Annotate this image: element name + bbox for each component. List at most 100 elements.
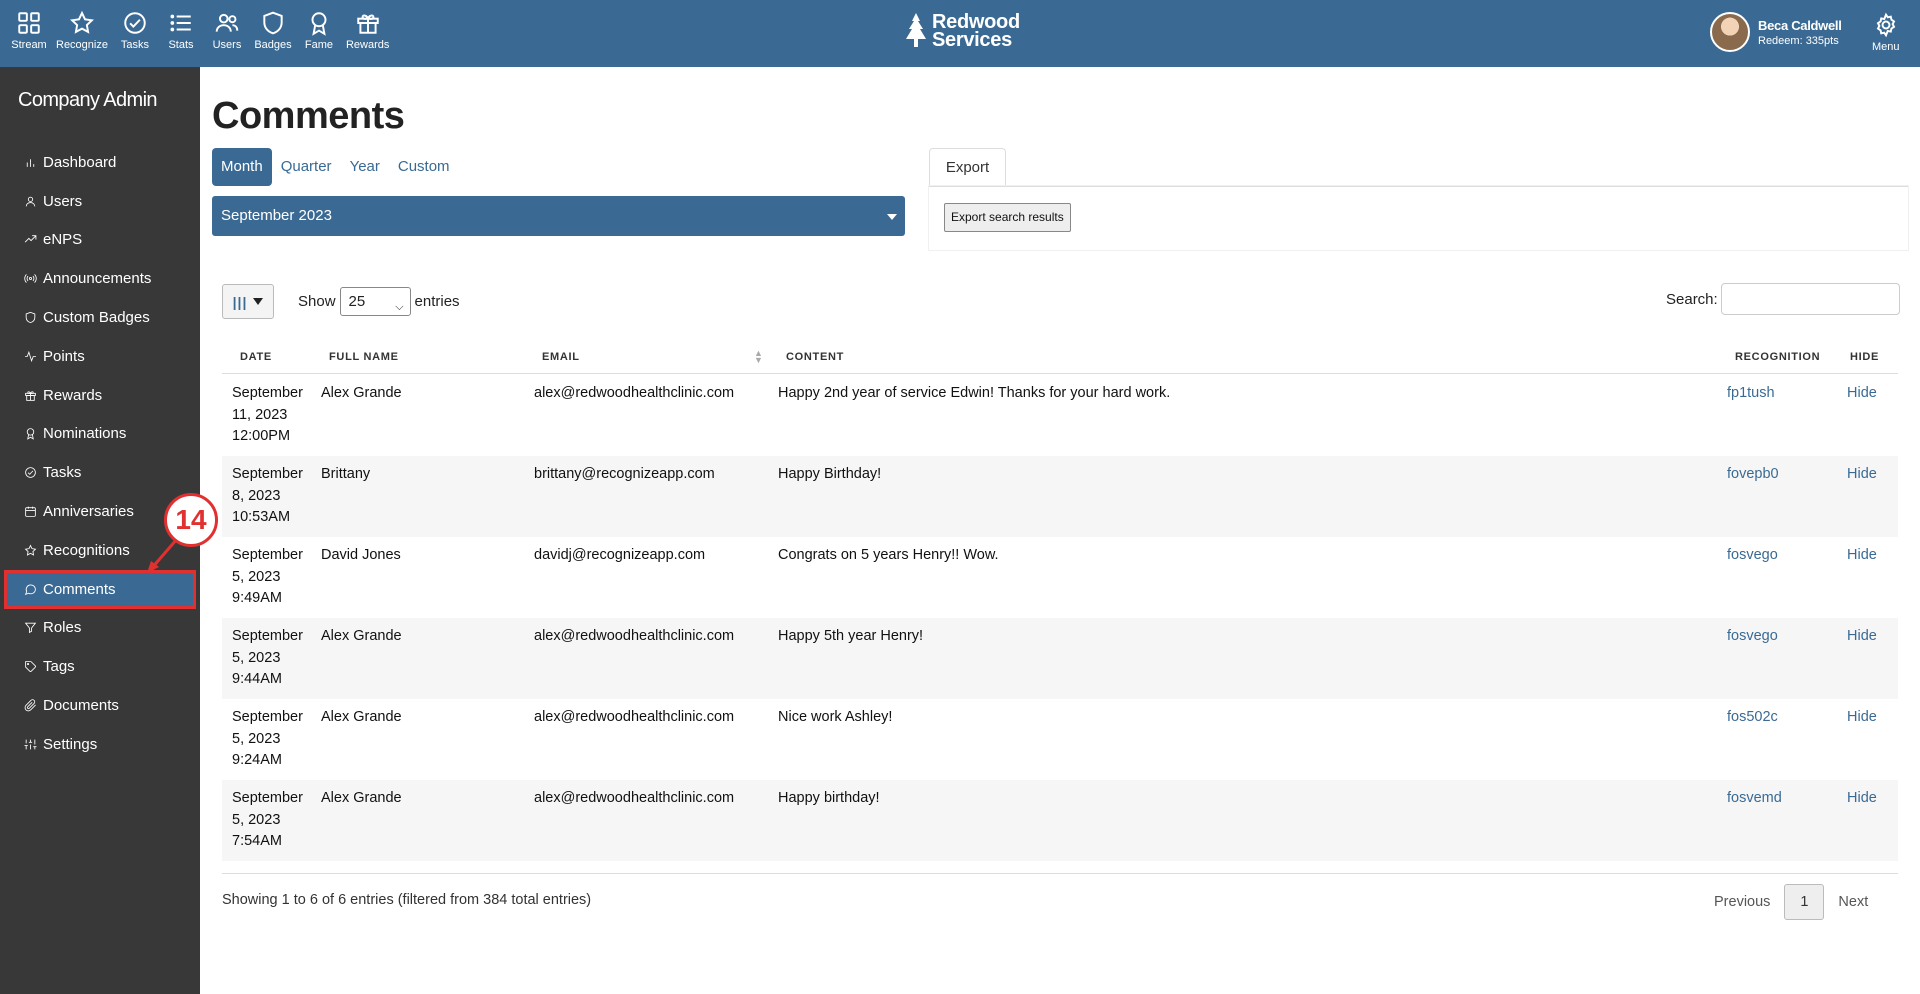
date-line: 10:53AM	[232, 509, 291, 525]
user-profile[interactable]: Beca Caldwell Redeem: 335pts	[1710, 12, 1842, 52]
tab-year[interactable]: Year	[341, 148, 389, 186]
search: Search:	[1666, 283, 1900, 315]
sidebar-item-roles[interactable]: Roles	[0, 609, 200, 648]
recognition-link[interactable]: fosvemd	[1727, 788, 1782, 810]
nav-item-badges[interactable]: Badges	[254, 10, 292, 51]
search-input[interactable]	[1720, 283, 1900, 315]
nav-item-users[interactable]: Users	[208, 10, 246, 51]
avatar[interactable]	[1710, 12, 1750, 52]
recognition-link[interactable]: fp1tush	[1727, 383, 1775, 405]
sidebar-item-dashboard[interactable]: Dashboard	[0, 143, 200, 182]
period-select[interactable]: September 2023	[212, 196, 905, 236]
column-header-recognition[interactable]: RECOGNITION	[1735, 351, 1820, 363]
table-row: September 5, 2023 9:49AM David Jones davidj@…	[222, 537, 1898, 618]
sidebar-item-enps[interactable]: eNPS	[0, 221, 200, 260]
sidebar-item-custom-badges[interactable]: Custom Badges	[0, 298, 200, 337]
entries-label: entries	[414, 292, 460, 310]
hide-link[interactable]: Hide	[1847, 707, 1877, 729]
full-name-cell: Alex Grande	[321, 385, 402, 401]
sidebar-item-label: Roles	[43, 619, 82, 637]
column-visibility-button[interactable]: |||	[222, 284, 274, 319]
sort-icon[interactable]: ▲ ▼	[754, 349, 763, 365]
sidebar-item-tags[interactable]: Tags	[0, 647, 200, 686]
date-line: 5, 2023	[232, 730, 281, 747]
hide-link[interactable]: Hide	[1847, 464, 1877, 486]
bar-chart-icon	[26, 159, 35, 167]
recognition-link[interactable]: fovepb0	[1727, 464, 1779, 486]
brand-logo[interactable]: Redwood Services	[904, 12, 1020, 50]
nav-item-label: Fame	[304, 39, 334, 51]
hide-link[interactable]: Hide	[1847, 383, 1877, 405]
sidebar-item-label: Rewards	[43, 386, 103, 404]
page-1-button[interactable]: 1	[1784, 884, 1825, 920]
nav-item-fame[interactable]: Fame	[300, 10, 338, 51]
sidebar-item-label: Documents	[43, 697, 119, 715]
user-name: Beca Caldwell	[1758, 17, 1842, 33]
award-icon	[26, 428, 35, 441]
pagination: Previous 1 Next	[1714, 884, 1868, 920]
date-line: September	[232, 709, 303, 725]
sidebar-item-nominations[interactable]: Nominations	[0, 415, 200, 454]
page-title: Comments	[212, 95, 405, 137]
sidebar-item-label: Points	[43, 347, 85, 365]
previous-page-button[interactable]: Previous	[1714, 894, 1770, 910]
content-cell: Happy 5th year Henry!	[778, 628, 924, 644]
tab-custom[interactable]: Custom	[389, 148, 459, 186]
tab-quarter[interactable]: Quarter	[272, 148, 341, 186]
email-cell: alex@redwoodhealthclinic.com	[534, 628, 735, 644]
sidebar-item-points[interactable]: Points	[0, 337, 200, 376]
column-header-hide[interactable]: HIDE	[1850, 351, 1879, 363]
entries-select[interactable]: 25 ⌵	[339, 286, 411, 316]
full-name-cell: Alex Grande	[321, 709, 402, 725]
period-tabs: Month Quarter Year Custom	[212, 148, 459, 186]
column-header-email[interactable]: EMAIL	[542, 351, 580, 363]
nav-item-tasks[interactable]: Tasks	[116, 10, 154, 51]
sidebar-item-label: Tasks	[43, 464, 82, 482]
tab-export[interactable]: Export	[929, 148, 1006, 187]
column-header-date[interactable]: DATE	[240, 351, 272, 363]
comments-table: DATE FULL NAME EMAIL CONTENT RECOGNITION HIDE…	[222, 338, 1898, 874]
sidebar-item-label: Users	[43, 192, 83, 210]
hide-link[interactable]: Hide	[1847, 545, 1877, 567]
nav-item-stats[interactable]: Stats	[162, 10, 200, 51]
tab-month[interactable]: Month	[212, 148, 272, 186]
export-body: Export search results	[929, 186, 1908, 250]
recognition-link[interactable]: fos502c	[1727, 707, 1778, 729]
recognition-link[interactable]: fosvego	[1727, 626, 1778, 648]
tag-icon	[25, 661, 36, 673]
trend-icon	[24, 235, 37, 243]
column-header-content[interactable]: CONTENT	[786, 351, 844, 363]
date-line: September	[232, 628, 303, 644]
columns-icon: |||	[232, 293, 248, 310]
nav-item-rewards[interactable]: Rewards	[346, 10, 389, 51]
sidebar-item-comments[interactable]: Comments	[4, 569, 196, 609]
sidebar-item-rewards[interactable]: Rewards	[0, 376, 200, 415]
next-page-button[interactable]: Next	[1838, 894, 1868, 910]
sliders-icon	[24, 739, 37, 750]
grid-icon	[18, 12, 40, 34]
column-header-full-name[interactable]: FULL NAME	[329, 351, 399, 363]
sidebar-item-tasks[interactable]: Tasks	[0, 453, 200, 492]
full-name-cell: Alex Grande	[321, 790, 402, 806]
date-cell: September 5, 2023 9:24AM	[232, 707, 312, 772]
date-cell: September 5, 2023 9:44AM	[232, 626, 312, 691]
sidebar-item-documents[interactable]: Documents	[0, 686, 200, 725]
hide-link[interactable]: Hide	[1847, 626, 1877, 648]
sidebar-item-label: Anniversaries	[43, 503, 134, 521]
recognition-link[interactable]: fosvego	[1727, 545, 1778, 567]
nav-item-stream[interactable]: Stream	[10, 10, 48, 51]
user-points: Redeem: 335pts	[1758, 34, 1839, 47]
export-search-results-button[interactable]: Export search results	[944, 203, 1071, 232]
nav-item-recognize[interactable]: Recognize	[56, 10, 108, 51]
sidebar-item-users[interactable]: Users	[0, 182, 200, 221]
sidebar-item-label: Custom Badges	[43, 309, 150, 327]
menu-button[interactable]: Menu	[1872, 12, 1900, 53]
user-info: Beca Caldwell Redeem: 335pts	[1758, 18, 1842, 47]
table-row: September 11, 2023 12:00PM Alex Grande alex@…	[222, 375, 1898, 456]
sidebar-item-announcements[interactable]: Announcements	[0, 259, 200, 298]
show-label: Show	[298, 292, 336, 310]
hide-link[interactable]: Hide	[1847, 788, 1877, 810]
sidebar-item-settings[interactable]: Settings	[0, 725, 200, 764]
date-line: 5, 2023	[232, 811, 281, 828]
nav-item-label: Stats	[168, 39, 194, 51]
